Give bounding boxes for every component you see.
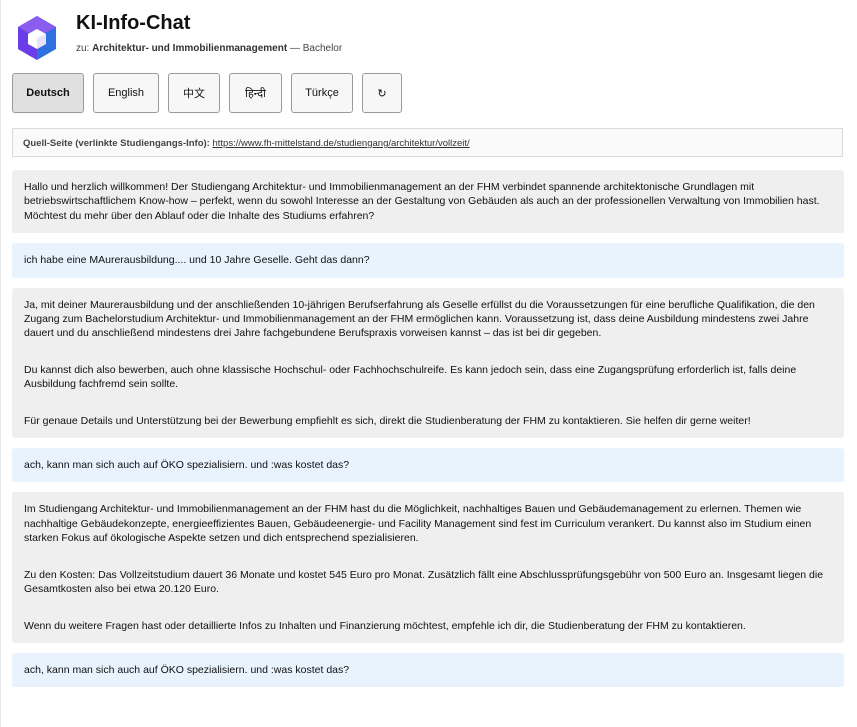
source-link[interactable]: https://www.fh-mittelstand.de/studiengan…	[213, 138, 470, 149]
lang-button-chinese[interactable]: 中文	[168, 73, 220, 113]
degree-label: Bachelor	[302, 43, 343, 54]
page-title: KI-Info-Chat	[76, 12, 191, 34]
message-paragraph: Hallo und herzlich willkommen! Der Studi…	[24, 181, 820, 222]
source-label: Quell-Seite (verlinkte Studiengangs-Info…	[23, 138, 210, 149]
message-paragraph: ich habe eine MAurerausbildung.... und 1…	[24, 254, 370, 267]
bot-message: Im Studiengang Architektur- und Immobili…	[12, 492, 844, 643]
message-paragraph: Wenn du weitere Fragen hast oder detaill…	[24, 619, 746, 632]
refresh-icon[interactable]: ↻	[362, 73, 402, 113]
message-paragraph: Zu den Kosten: Das Vollzeitstudium dauer…	[24, 568, 824, 596]
bot-message: Hallo und herzlich willkommen! Der Studi…	[12, 170, 844, 234]
bot-message: Ja, mit deiner Maurerausbildung und der …	[12, 287, 844, 439]
header: KI-Info-Chat zu: Architektur- und Immobi…	[15, 12, 835, 64]
user-message: ich habe eine MAurerausbildung.... und 1…	[12, 243, 844, 278]
message-paragraph: Du kannst dich also bewerben, auch ohne …	[24, 363, 797, 391]
message-paragraph: Ja, mit deiner Maurerausbildung und der …	[24, 298, 815, 340]
logo-hexagon-cube-icon	[18, 16, 56, 60]
source-page-bar: Quell-Seite (verlinkte Studiengangs-Info…	[12, 128, 843, 157]
language-bar: Deutsch English 中文 हिन्दी Türkçe ↻	[12, 73, 402, 113]
message-paragraph: ach, kann man sich auch auf ÖKO speziali…	[24, 663, 350, 676]
message-paragraph: Für genaue Details und Unterstützung bei…	[24, 414, 751, 427]
lang-button-hindi[interactable]: हिन्दी	[229, 73, 282, 113]
lang-button-turkish[interactable]: Türkçe	[291, 73, 353, 113]
subtitle-prefix: zu:	[76, 43, 90, 54]
program-name: Architektur- und Immobilienmanagement	[92, 43, 288, 54]
message-paragraph: ach, kann man sich auch auf ÖKO speziali…	[24, 459, 350, 472]
app-page: KI-Info-Chat zu: Architektur- und Immobi…	[0, 0, 857, 727]
user-message: ach, kann man sich auch auf ÖKO speziali…	[12, 448, 844, 483]
page-subtitle: zu: Architektur- und Immobilienmanagemen…	[76, 43, 342, 54]
lang-button-english[interactable]: English	[93, 73, 159, 113]
user-message: ach, kann man sich auch auf ÖKO speziali…	[12, 652, 844, 688]
chat-history: Hallo und herzlich willkommen! Der Studi…	[12, 170, 844, 697]
message-paragraph: Im Studiengang Architektur- und Immobili…	[24, 503, 812, 545]
subtitle-separator: —	[289, 43, 300, 54]
lang-button-deutsch[interactable]: Deutsch	[12, 73, 84, 113]
